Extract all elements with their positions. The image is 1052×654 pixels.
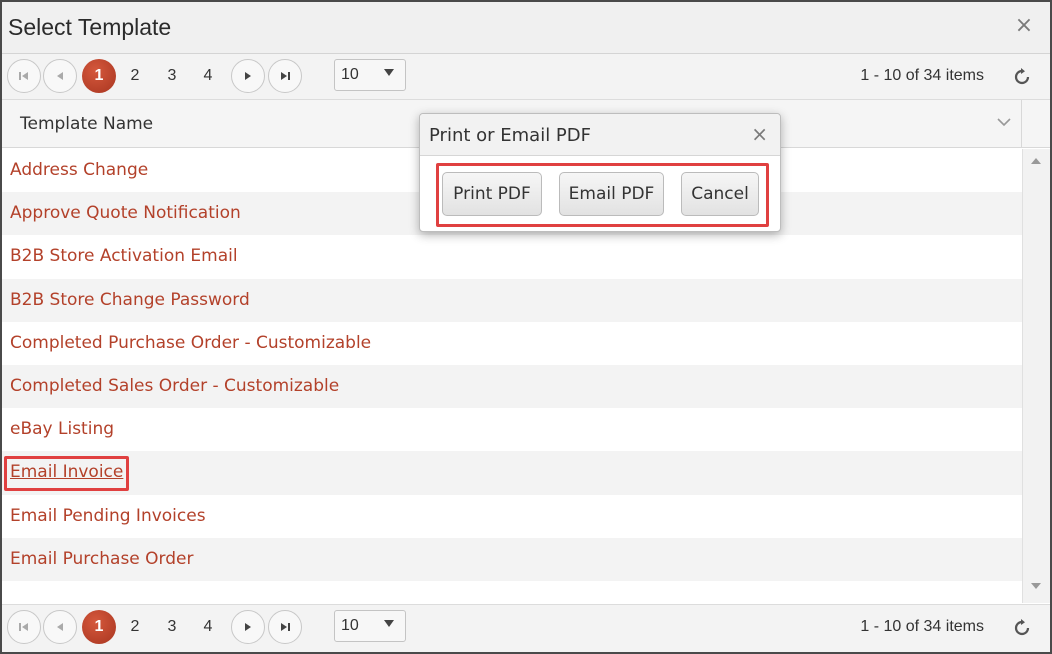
template-name[interactable]: Address Change xyxy=(10,160,148,180)
template-name[interactable]: B2B Store Change Password xyxy=(10,290,250,310)
prev-page-icon xyxy=(57,72,63,80)
pager-info: 1 - 10 of 34 items xyxy=(860,67,984,84)
cancel-button[interactable]: Cancel xyxy=(681,172,759,216)
last-page-button[interactable] xyxy=(268,59,302,93)
page-1-button[interactable]: 1 xyxy=(82,59,116,93)
list-item[interactable]: Email Purchase Order xyxy=(2,537,1022,581)
scroll-up-icon[interactable] xyxy=(1030,157,1042,165)
template-name[interactable]: Email Purchase Order xyxy=(10,549,193,569)
page-3-button[interactable]: 3 xyxy=(155,59,189,93)
template-name[interactable]: Approve Quote Notification xyxy=(10,203,241,223)
next-page-icon xyxy=(245,72,251,80)
page-3-button[interactable]: 3 xyxy=(155,610,189,644)
popup-header: Print or Email PDF × xyxy=(420,114,780,156)
dropdown-caret-icon xyxy=(384,620,394,627)
page-1-button[interactable]: 1 xyxy=(82,610,116,644)
template-name[interactable]: Email Pending Invoices xyxy=(10,506,206,526)
list-item[interactable]: Completed Sales Order - Customizable xyxy=(2,364,1022,409)
template-name[interactable]: Completed Purchase Order - Customizable xyxy=(10,333,371,353)
pager-bottom: 1 2 3 4 10 1 - 10 of 34 items xyxy=(2,604,1050,652)
close-icon[interactable]: × xyxy=(1012,14,1036,38)
first-page-button[interactable] xyxy=(7,59,41,93)
list-item[interactable]: Email Invoice xyxy=(2,451,1022,495)
next-page-icon xyxy=(245,623,251,631)
list-item[interactable]: eBay Listing xyxy=(2,408,1022,451)
refresh-icon[interactable] xyxy=(1012,67,1032,87)
list-item[interactable]: Completed Purchase Order - Customizable xyxy=(2,322,1022,365)
first-page-icon xyxy=(19,72,28,80)
column-header-template-name[interactable]: Template Name xyxy=(20,114,153,134)
page-4-button[interactable]: 4 xyxy=(191,59,225,93)
page-size-select[interactable]: 10 xyxy=(334,59,406,91)
page-size-value: 10 xyxy=(341,617,359,634)
page-size-select[interactable]: 10 xyxy=(334,610,406,642)
page-2-button[interactable]: 2 xyxy=(118,610,152,644)
last-page-icon xyxy=(281,72,290,80)
template-name[interactable]: B2B Store Activation Email xyxy=(10,246,238,266)
pager-top: 1 2 3 4 10 1 - 10 of 34 items xyxy=(2,54,1050,100)
prev-page-button[interactable] xyxy=(43,59,77,93)
list-item[interactable]: B2B Store Change Password xyxy=(2,278,1022,322)
list-item[interactable]: Email Pending Invoices xyxy=(2,495,1022,538)
template-name[interactable]: eBay Listing xyxy=(10,419,114,439)
pager-info: 1 - 10 of 34 items xyxy=(860,618,984,635)
prev-page-button[interactable] xyxy=(43,610,77,644)
template-name-selected[interactable]: Email Invoice xyxy=(10,458,131,486)
last-page-button[interactable] xyxy=(268,610,302,644)
select-template-dialog: Select Template × 1 2 3 4 10 1 - 10 of 3… xyxy=(0,0,1052,654)
email-pdf-button[interactable]: Email PDF xyxy=(559,172,664,216)
next-page-button[interactable] xyxy=(231,59,265,93)
page-2-button[interactable]: 2 xyxy=(118,59,152,93)
refresh-icon[interactable] xyxy=(1012,618,1032,638)
first-page-button[interactable] xyxy=(7,610,41,644)
column-menu-icon[interactable] xyxy=(996,116,1012,128)
prev-page-icon xyxy=(57,623,63,631)
popup-title: Print or Email PDF xyxy=(429,125,591,146)
dialog-titlebar: Select Template × xyxy=(2,2,1050,54)
page-4-button[interactable]: 4 xyxy=(191,610,225,644)
print-email-popup: Print or Email PDF × Print PDF Email PDF… xyxy=(419,113,781,232)
next-page-button[interactable] xyxy=(231,610,265,644)
list-item[interactable]: B2B Store Activation Email xyxy=(2,235,1022,278)
dialog-title: Select Template xyxy=(8,14,172,40)
last-page-icon xyxy=(281,623,290,631)
scroll-down-icon[interactable] xyxy=(1030,582,1042,590)
dropdown-caret-icon xyxy=(384,69,394,76)
page-size-value: 10 xyxy=(341,66,359,83)
header-divider xyxy=(1021,100,1022,148)
template-name[interactable]: Completed Sales Order - Customizable xyxy=(10,376,339,396)
vertical-scrollbar[interactable] xyxy=(1022,149,1050,603)
first-page-icon xyxy=(19,623,28,631)
print-pdf-button[interactable]: Print PDF xyxy=(442,172,542,216)
close-icon[interactable]: × xyxy=(751,122,768,146)
